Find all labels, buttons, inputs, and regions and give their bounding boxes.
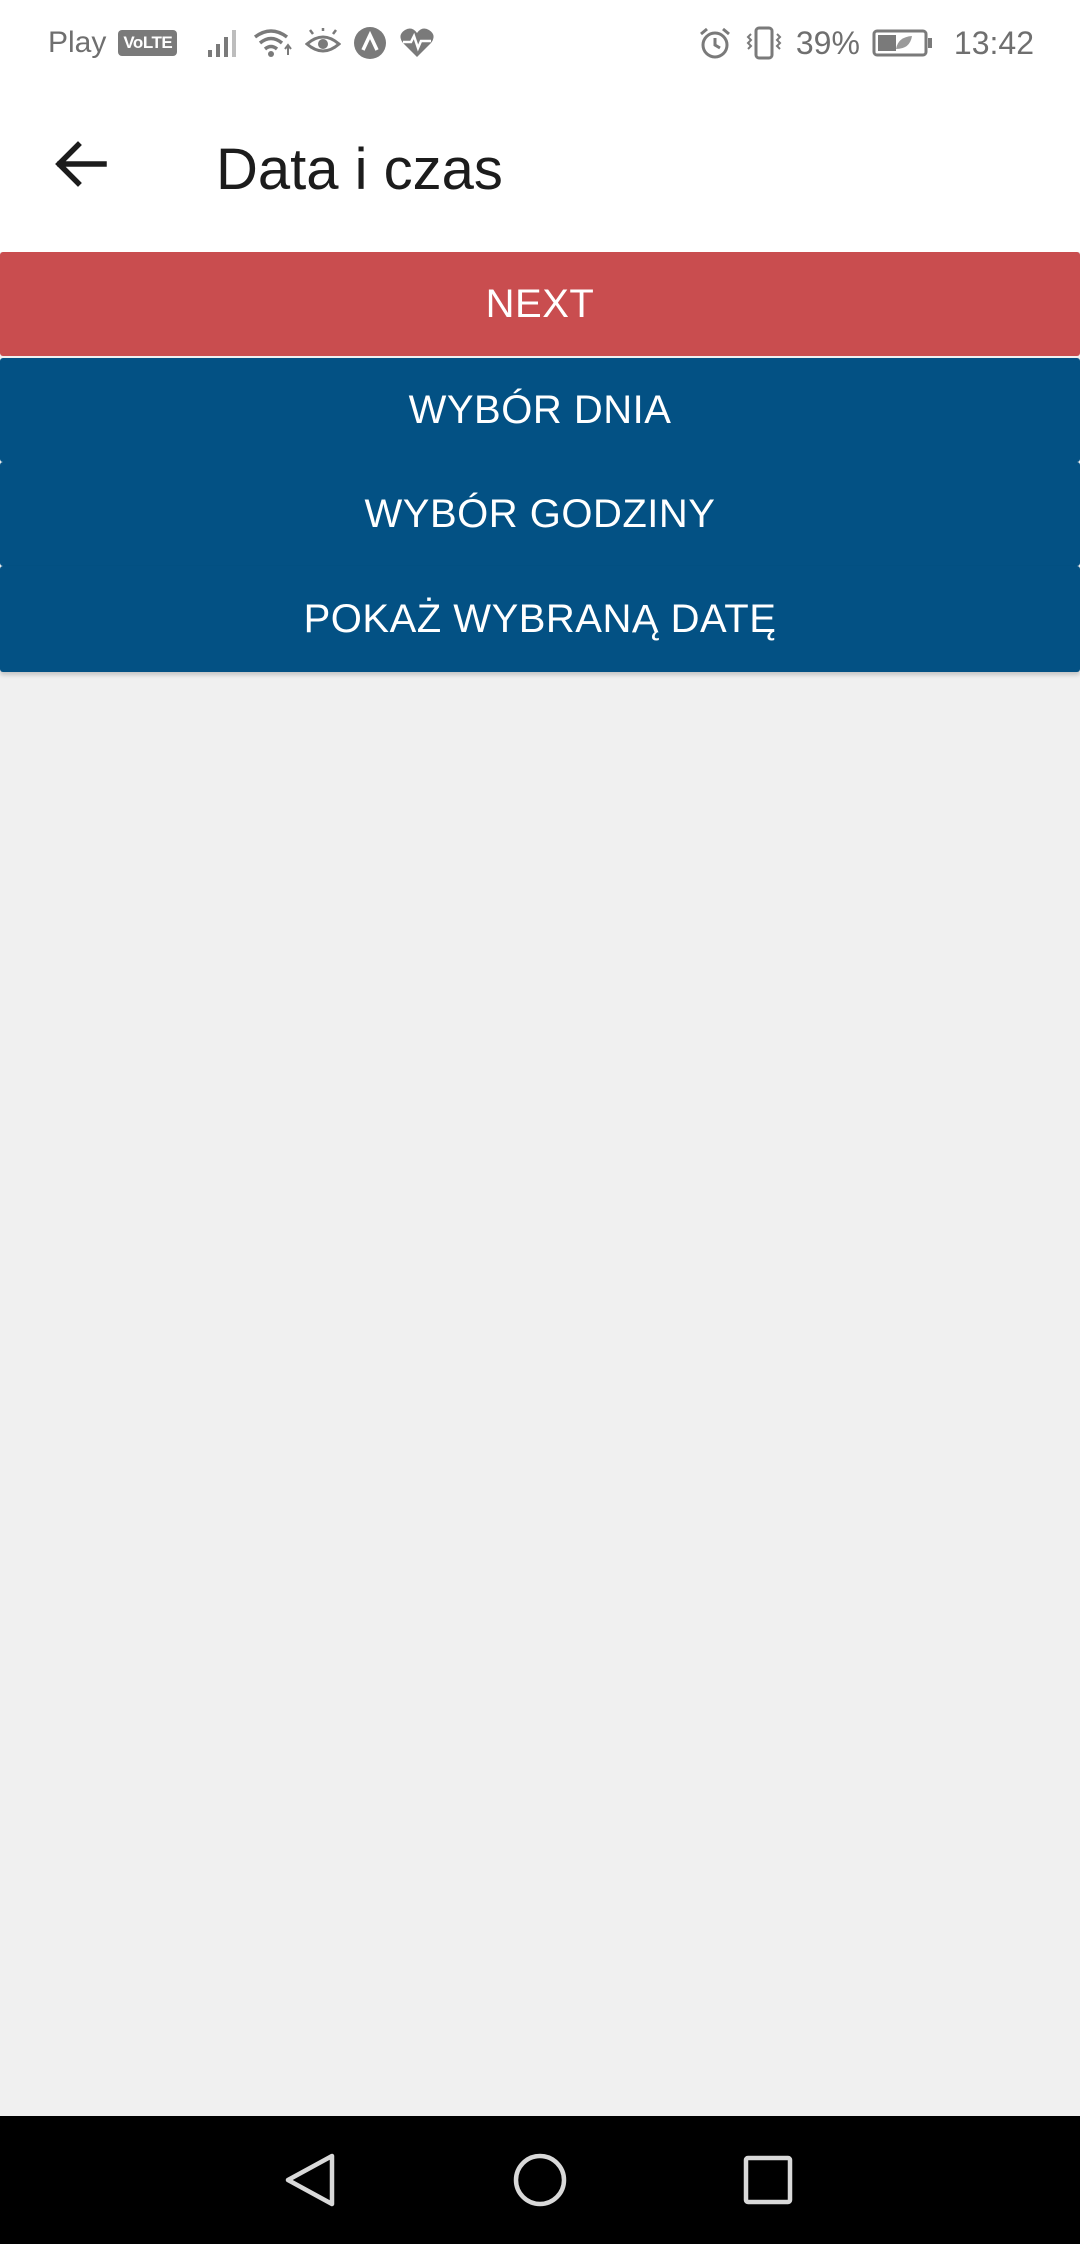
volte-badge: VoLTE — [118, 30, 178, 56]
carrier-label: Play — [48, 26, 107, 59]
alarm-icon — [698, 26, 732, 60]
pick-day-button[interactable]: WYBÓR DNIA — [0, 358, 1080, 462]
nav-recent-button[interactable] — [728, 2140, 808, 2220]
battery-percent: 39% — [795, 24, 860, 61]
arrow-app-icon — [353, 26, 387, 60]
heart-health-icon — [399, 27, 435, 59]
navigation-bar — [0, 2116, 1080, 2244]
wifi-icon — [253, 27, 293, 59]
signal-icon — [207, 28, 241, 58]
page-title: Data i czas — [216, 137, 503, 202]
eye-icon — [305, 28, 342, 58]
nav-home-button[interactable] — [500, 2140, 580, 2220]
status-bar-left: Play VoLTE — [48, 26, 435, 60]
next-button[interactable]: NEXT — [0, 252, 1080, 356]
status-bar: Play VoLTE 39% 13:42 — [0, 0, 1080, 86]
app-bar: Data i czas — [0, 86, 1080, 252]
battery-icon — [872, 28, 934, 58]
back-button[interactable] — [42, 126, 118, 202]
screen: Play VoLTE 39% 13:42 Data i czas NEXT WY… — [0, 0, 1080, 2244]
nav-back-icon — [285, 2153, 335, 2207]
show-date-button[interactable]: POKAŻ WYBRANĄ DATĘ — [0, 566, 1080, 672]
nav-home-icon — [513, 2153, 567, 2207]
pick-hour-button[interactable]: WYBÓR GODZINY — [0, 462, 1080, 566]
status-bar-right: 39% 13:42 — [698, 25, 1034, 62]
vibrate-icon — [744, 26, 784, 60]
arrow-back-icon — [55, 141, 107, 187]
clock: 13:42 — [953, 24, 1034, 61]
nav-recent-icon — [743, 2155, 793, 2205]
nav-back-button[interactable] — [270, 2140, 350, 2220]
